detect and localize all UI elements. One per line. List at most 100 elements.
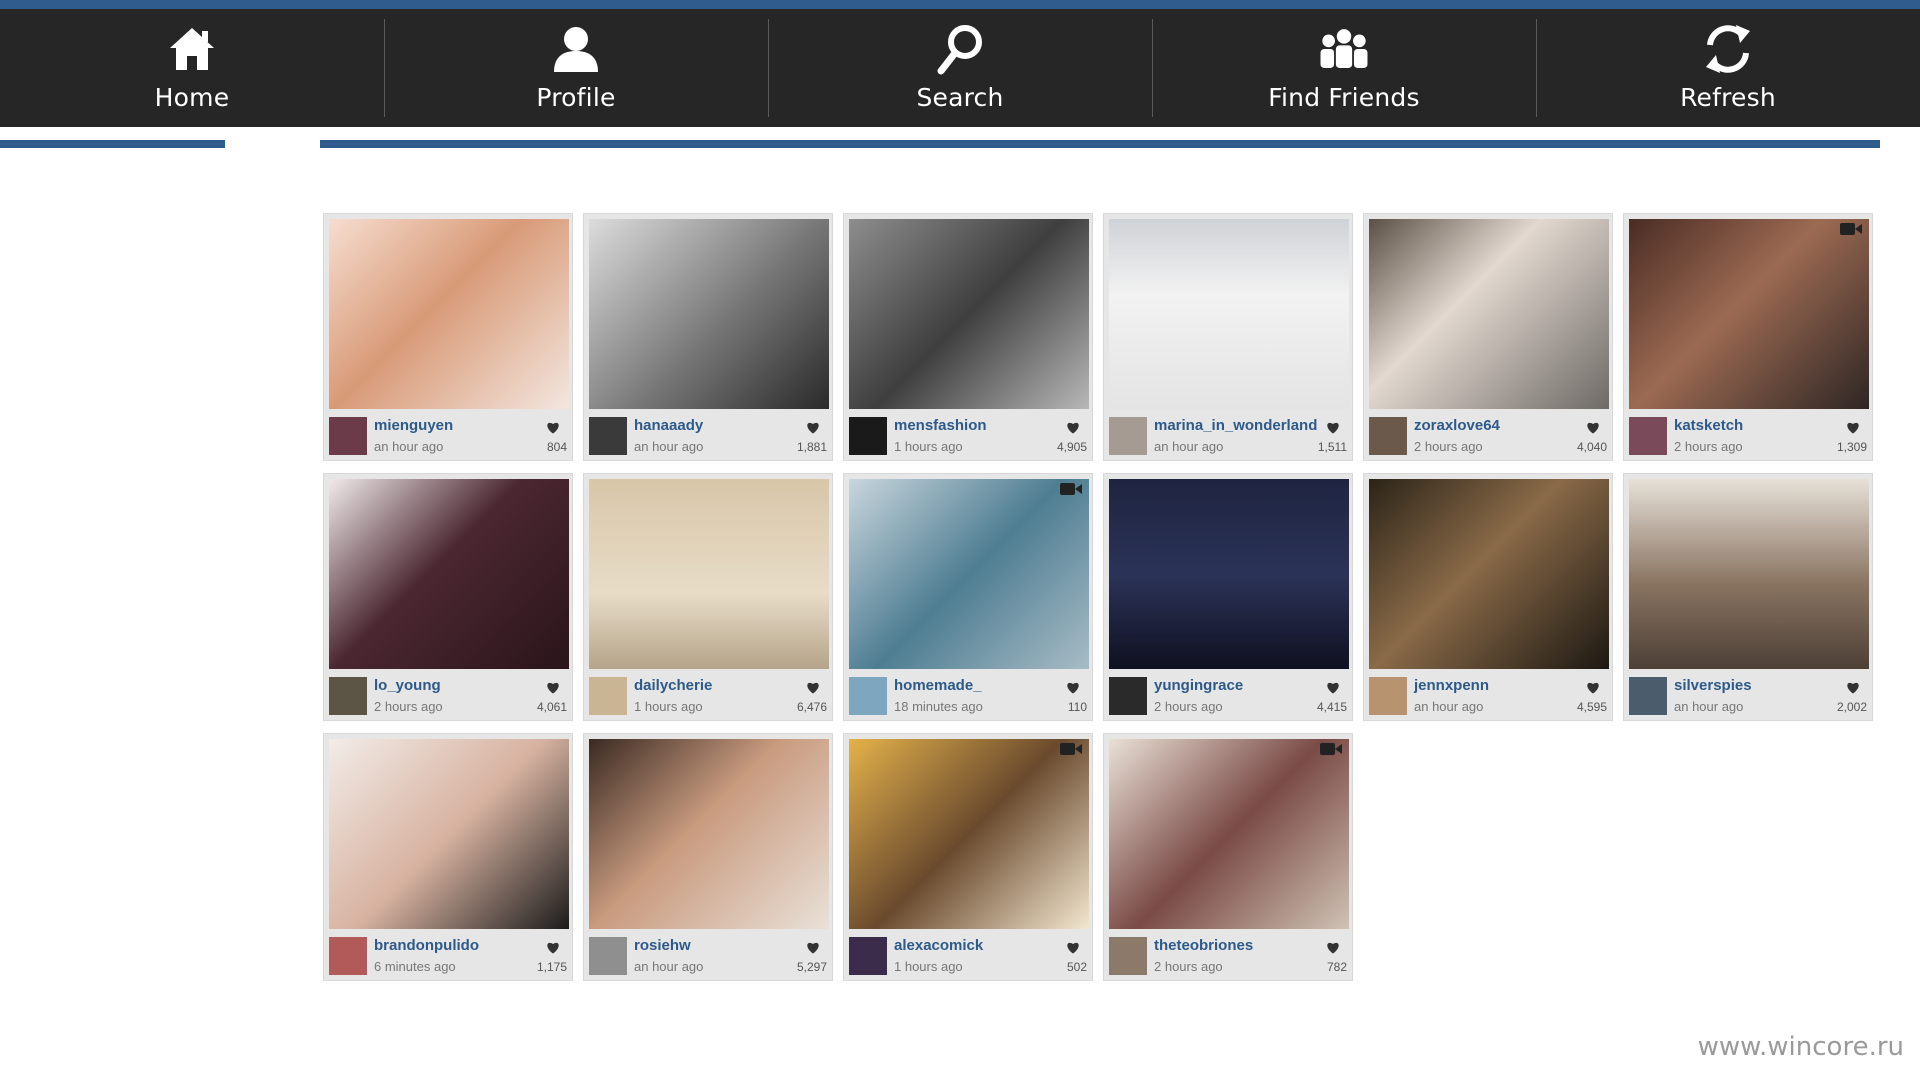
photo-card[interactable]: mensfashion 1 hours ago 4,905 (843, 213, 1093, 461)
nav-find-friends-button[interactable]: Find Friends (1152, 9, 1536, 127)
avatar[interactable] (1109, 417, 1147, 455)
photo-meta: jennxpenn an hour ago 4,595 (1369, 677, 1609, 717)
photo-image[interactable] (849, 479, 1089, 669)
username-link[interactable]: jennxpenn (1414, 677, 1489, 694)
photo-card[interactable]: silverspies an hour ago 2,002 (1623, 473, 1873, 721)
heart-icon[interactable] (1586, 681, 1600, 694)
avatar[interactable] (329, 677, 367, 715)
heart-icon[interactable] (806, 421, 820, 434)
heart-icon[interactable] (1586, 421, 1600, 434)
video-icon (1060, 483, 1082, 495)
photo-card[interactable]: alexacomick 1 hours ago 502 (843, 733, 1093, 981)
photo-card[interactable]: katsketch 2 hours ago 1,309 (1623, 213, 1873, 461)
username-link[interactable]: rosiehw (634, 937, 691, 954)
nav-profile-button[interactable]: Profile (384, 9, 768, 127)
heart-icon[interactable] (546, 681, 560, 694)
avatar[interactable] (329, 417, 367, 455)
photo-card[interactable]: jennxpenn an hour ago 4,595 (1363, 473, 1613, 721)
photo-card[interactable]: brandonpulido 6 minutes ago 1,175 (323, 733, 573, 981)
avatar[interactable] (1109, 677, 1147, 715)
friends-icon (1316, 21, 1372, 77)
username-link[interactable]: zoraxlove64 (1414, 417, 1500, 434)
heart-icon[interactable] (1846, 681, 1860, 694)
avatar[interactable] (849, 677, 887, 715)
photo-image[interactable] (589, 739, 829, 929)
username-link[interactable]: mienguyen (374, 417, 453, 434)
username-link[interactable]: katsketch (1674, 417, 1743, 434)
nav-label: Refresh (1680, 83, 1776, 112)
heart-icon[interactable] (806, 941, 820, 954)
avatar[interactable] (849, 937, 887, 975)
nav-label: Find Friends (1268, 83, 1420, 112)
photo-image[interactable] (329, 219, 569, 409)
nav-search-button[interactable]: Search (768, 9, 1152, 127)
photo-card[interactable]: homemade_ 18 minutes ago 110 (843, 473, 1093, 721)
photo-image[interactable] (589, 479, 829, 669)
nav-home-button[interactable]: Home (0, 9, 384, 127)
username-link[interactable]: alexacomick (894, 937, 983, 954)
avatar[interactable] (589, 937, 627, 975)
timestamp: an hour ago (1154, 439, 1224, 454)
heart-icon[interactable] (1326, 941, 1340, 954)
avatar[interactable] (849, 417, 887, 455)
nav-label: Profile (536, 83, 616, 112)
heart-icon[interactable] (1066, 681, 1080, 694)
photo-card[interactable]: rosiehw an hour ago 5,297 (583, 733, 833, 981)
heart-icon[interactable] (1326, 681, 1340, 694)
username-link[interactable]: brandonpulido (374, 937, 479, 954)
username-link[interactable]: dailycherie (634, 677, 712, 694)
photo-image[interactable] (1629, 479, 1869, 669)
username-link[interactable]: yungingrace (1154, 677, 1243, 694)
heart-icon[interactable] (1326, 421, 1340, 434)
heart-icon[interactable] (1066, 941, 1080, 954)
like-count: 1,881 (796, 440, 827, 454)
heart-icon[interactable] (546, 421, 560, 434)
username-link[interactable]: homemade_ (894, 677, 982, 694)
avatar[interactable] (1369, 677, 1407, 715)
photo-image[interactable] (849, 739, 1089, 929)
photo-card[interactable]: hanaaady an hour ago 1,881 (583, 213, 833, 461)
avatar[interactable] (1109, 937, 1147, 975)
avatar[interactable] (589, 677, 627, 715)
photo-card[interactable]: theteobriones 2 hours ago 782 (1103, 733, 1353, 981)
heart-icon[interactable] (806, 681, 820, 694)
photo-image[interactable] (329, 739, 569, 929)
photo-image[interactable] (849, 219, 1089, 409)
photo-image[interactable] (1109, 219, 1349, 409)
avatar[interactable] (329, 937, 367, 975)
video-icon (1320, 743, 1342, 755)
username-link[interactable]: theteobriones (1154, 937, 1253, 954)
photo-image[interactable] (1369, 219, 1609, 409)
photo-meta: rosiehw an hour ago 5,297 (589, 937, 829, 977)
photo-image[interactable] (1109, 739, 1349, 929)
username-link[interactable]: silverspies (1674, 677, 1752, 694)
photo-card[interactable]: zoraxlove64 2 hours ago 4,040 (1363, 213, 1613, 461)
username-link[interactable]: marina_in_wonderland (1154, 417, 1317, 434)
photo-image[interactable] (1109, 479, 1349, 669)
photo-card[interactable]: marina_in_wonderland an hour ago 1,511 (1103, 213, 1353, 461)
avatar[interactable] (1369, 417, 1407, 455)
photo-card[interactable]: lo_young 2 hours ago 4,061 (323, 473, 573, 721)
username-link[interactable]: lo_young (374, 677, 441, 694)
photo-image[interactable] (589, 219, 829, 409)
photo-meta: katsketch 2 hours ago 1,309 (1629, 417, 1869, 457)
heart-icon[interactable] (546, 941, 560, 954)
timestamp: 2 hours ago (374, 699, 443, 714)
avatar[interactable] (1629, 677, 1667, 715)
photo-image[interactable] (1369, 479, 1609, 669)
photo-image[interactable] (1629, 219, 1869, 409)
photo-image[interactable] (329, 479, 569, 669)
timestamp: 18 minutes ago (894, 699, 983, 714)
photo-card[interactable]: yungingrace 2 hours ago 4,415 (1103, 473, 1353, 721)
avatar[interactable] (1629, 417, 1667, 455)
photo-card[interactable]: dailycherie 1 hours ago 6,476 (583, 473, 833, 721)
heart-icon[interactable] (1066, 421, 1080, 434)
username-link[interactable]: hanaaady (634, 417, 703, 434)
nav-refresh-button[interactable]: Refresh (1536, 9, 1920, 127)
photo-meta: brandonpulido 6 minutes ago 1,175 (329, 937, 569, 977)
photo-card[interactable]: mienguyen an hour ago 804 (323, 213, 573, 461)
avatar[interactable] (589, 417, 627, 455)
photo-grid: mienguyen an hour ago 804 hanaaady an hour a… (323, 213, 1883, 981)
username-link[interactable]: mensfashion (894, 417, 987, 434)
heart-icon[interactable] (1846, 421, 1860, 434)
